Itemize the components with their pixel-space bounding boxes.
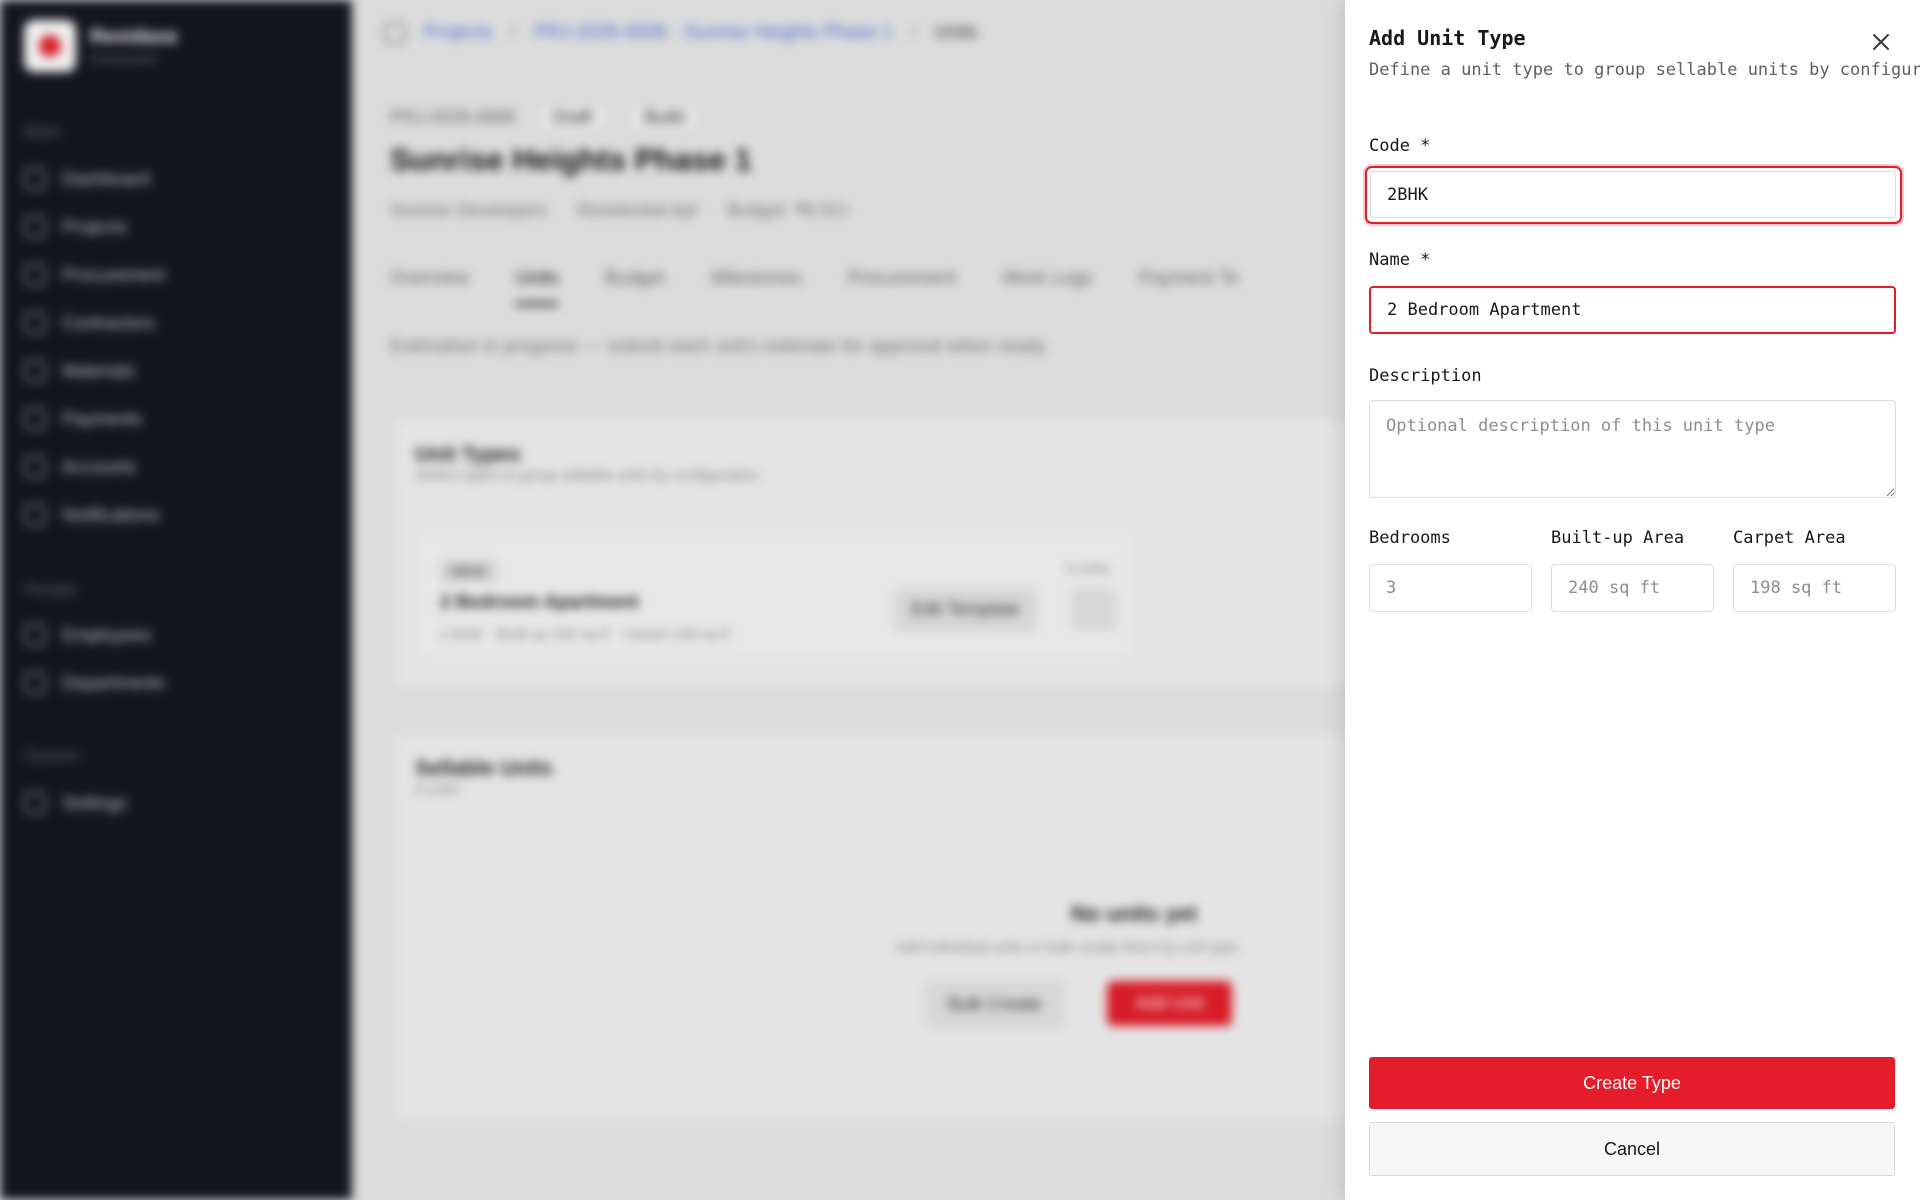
description-label: Description: [1369, 366, 1482, 386]
code-field[interactable]: [1370, 171, 1896, 218]
bedrooms-label: Bedrooms: [1369, 528, 1451, 548]
name-label: Name *: [1369, 250, 1431, 270]
builtup-area-label: Built-up Area: [1551, 528, 1685, 548]
builtup-area-field[interactable]: [1551, 564, 1714, 612]
close-icon[interactable]: [1867, 28, 1895, 56]
carpet-area-field[interactable]: [1733, 564, 1896, 612]
name-field[interactable]: [1369, 286, 1896, 334]
create-type-button[interactable]: Create Type: [1369, 1057, 1895, 1109]
carpet-area-label: Carpet Area: [1733, 528, 1846, 548]
cancel-button[interactable]: Cancel: [1369, 1122, 1895, 1176]
drawer-description: Define a unit type to group sellable uni…: [1369, 60, 1920, 80]
add-unit-type-drawer: Add Unit Type Define a unit type to grou…: [1345, 0, 1920, 1200]
bedrooms-field[interactable]: [1369, 564, 1532, 612]
code-field-focus-ring: [1365, 166, 1902, 224]
description-field[interactable]: [1369, 400, 1896, 498]
code-label: Code *: [1369, 136, 1431, 156]
drawer-title: Add Unit Type: [1369, 26, 1526, 50]
